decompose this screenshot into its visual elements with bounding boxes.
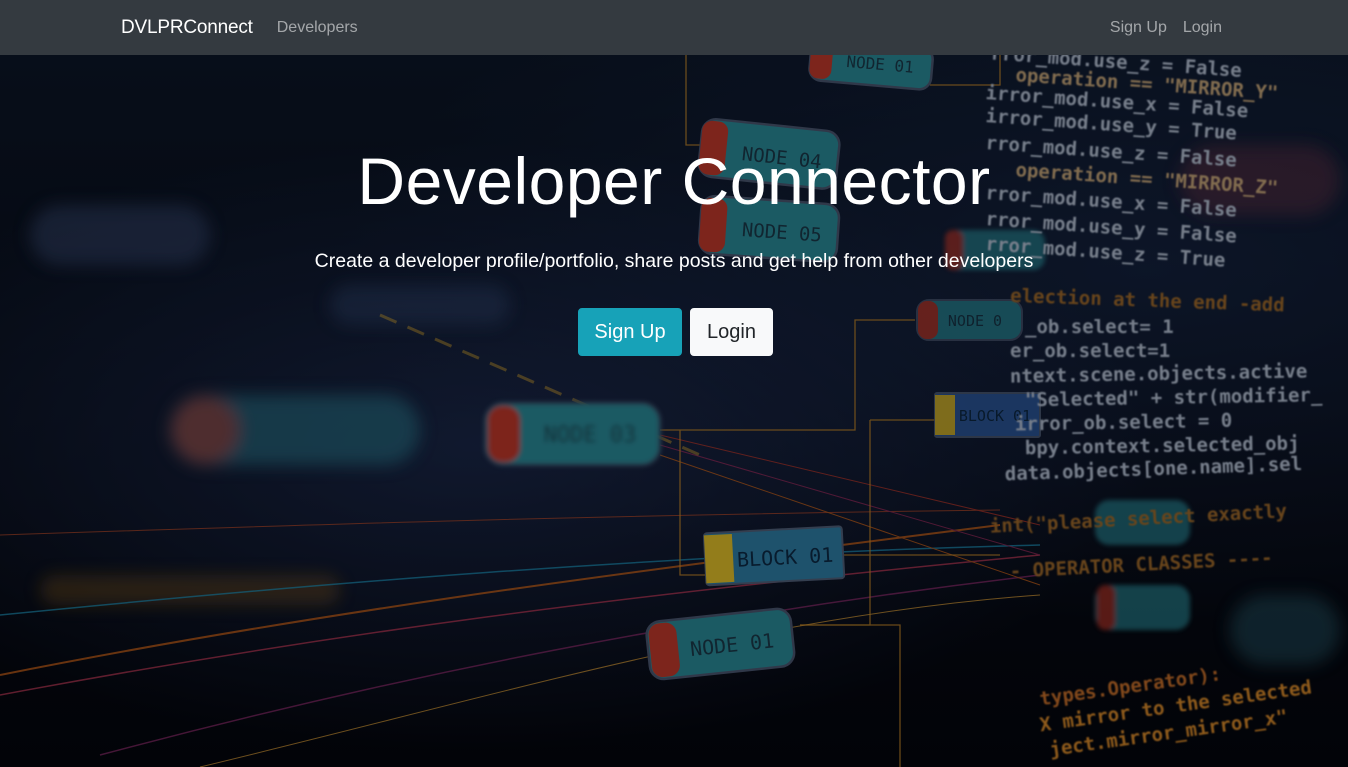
hero-section: NODE 03 NODE 04 NODE 05 NODE 01 BLOCK 01 (0, 55, 1348, 767)
hero-title: Developer Connector (357, 144, 991, 218)
top-navbar: DVLPRConnect Developers Sign Up Login (0, 0, 1348, 55)
nav-login-link[interactable]: Login (1183, 19, 1222, 37)
hero-lead-text: Create a developer profile/portfolio, sh… (314, 250, 1034, 272)
brand-logo-link[interactable]: DVLPRConnect (121, 17, 253, 39)
nav-signup-link[interactable]: Sign Up (1110, 19, 1167, 37)
hero-button-group: Sign Up Login (578, 308, 773, 356)
login-button[interactable]: Login (690, 308, 773, 356)
signup-button[interactable]: Sign Up (578, 308, 682, 356)
nav-right-group: Sign Up Login (1110, 19, 1222, 37)
nav-developers-link[interactable]: Developers (277, 19, 358, 37)
